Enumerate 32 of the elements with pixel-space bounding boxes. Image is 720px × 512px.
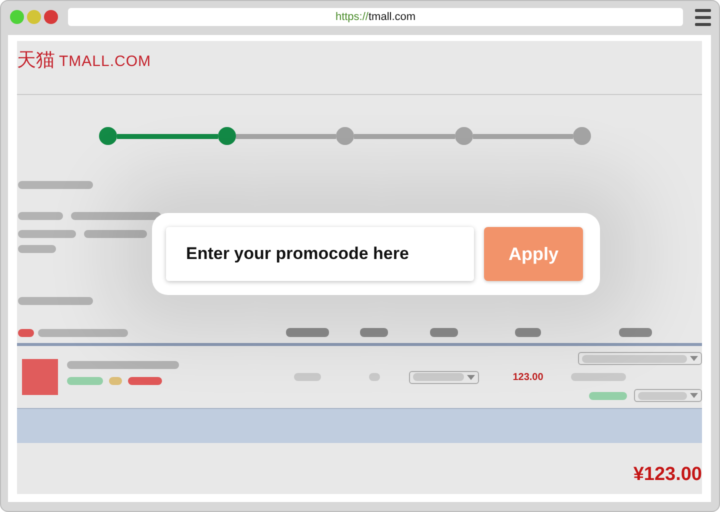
menu-icon[interactable] [695, 8, 711, 26]
address-bar[interactable]: https://tmall.com [68, 8, 683, 26]
window-dot[interactable] [44, 10, 58, 24]
placeholder-bar [18, 212, 63, 220]
placeholder-bar [294, 373, 320, 381]
placeholder-bar [286, 328, 328, 337]
placeholder-bar [84, 230, 147, 238]
placeholder-bar [619, 328, 652, 337]
placeholder-bar [18, 245, 56, 253]
window-dot[interactable] [27, 10, 41, 24]
placeholder-bar [18, 230, 76, 238]
placeholder-bar [360, 328, 388, 337]
placeholder-bar [18, 328, 34, 336]
placeholder-bar [515, 328, 541, 337]
placeholder-bar [368, 373, 380, 381]
dropdown[interactable] [634, 389, 702, 402]
dropdown[interactable] [409, 370, 479, 384]
promo-input-field[interactable]: Enter your promocode here [166, 227, 474, 281]
placeholder-bar [571, 373, 626, 381]
window-dot[interactable] [10, 10, 24, 24]
tag-pill [109, 377, 122, 385]
total-price: ¥123.00 [633, 464, 702, 486]
tag-pill [128, 377, 162, 385]
item-price: 123.00 [512, 372, 544, 382]
logo-wordmark: TMALL.COM [59, 53, 152, 70]
logo-hanzi: 天猫 [17, 48, 55, 73]
tag-pill [589, 392, 627, 400]
product-thumbnail [22, 359, 58, 395]
tag-pill [67, 377, 103, 385]
placeholder-bar [430, 328, 458, 337]
promo-input[interactable]: Enter your promocode here [186, 244, 454, 264]
dropdown[interactable] [578, 352, 702, 365]
